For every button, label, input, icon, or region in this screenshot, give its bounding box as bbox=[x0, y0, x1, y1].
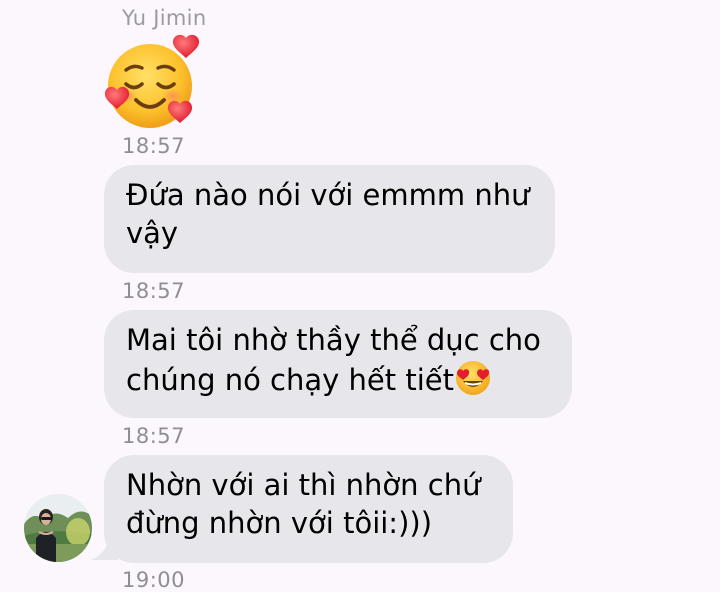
message-bubble[interactable]: Nhờn với ai thì nhờn chứ đừng nhờn với t… bbox=[104, 455, 513, 563]
heart-eyes-icon bbox=[454, 359, 492, 397]
message-text-line: Đứa nào nói với emmm như bbox=[126, 178, 530, 212]
message-text-line-with-emoji: chúng nó chạy hết tiết bbox=[126, 359, 548, 399]
message-timestamp: 18:57 bbox=[122, 279, 186, 303]
message-text-line: đừng nhờn với tôii:))) bbox=[126, 506, 433, 540]
bubble-tail bbox=[90, 538, 118, 560]
message-text-line: vậy bbox=[126, 216, 179, 250]
message-timestamp: 19:00 bbox=[122, 568, 186, 592]
message-bubble[interactable]: Đứa nào nói với emmm như vậy bbox=[104, 165, 555, 273]
message-text: chúng nó chạy hết tiết bbox=[126, 363, 454, 397]
sender-name: Yu Jimin bbox=[122, 6, 207, 30]
message-timestamp: 18:57 bbox=[122, 424, 186, 448]
message-text-line: Nhờn với ai thì nhờn chứ bbox=[126, 468, 481, 502]
profile-photo-avatar[interactable] bbox=[24, 494, 92, 562]
message-text-line: Mai tôi nhờ thầy thể dục cho bbox=[126, 323, 541, 357]
message-timestamp: 18:57 bbox=[122, 134, 186, 158]
message-bubble[interactable]: Mai tôi nhờ thầy thể dục cho chúng nó ch… bbox=[104, 310, 572, 418]
smiling-face-with-hearts-icon[interactable] bbox=[100, 32, 204, 132]
